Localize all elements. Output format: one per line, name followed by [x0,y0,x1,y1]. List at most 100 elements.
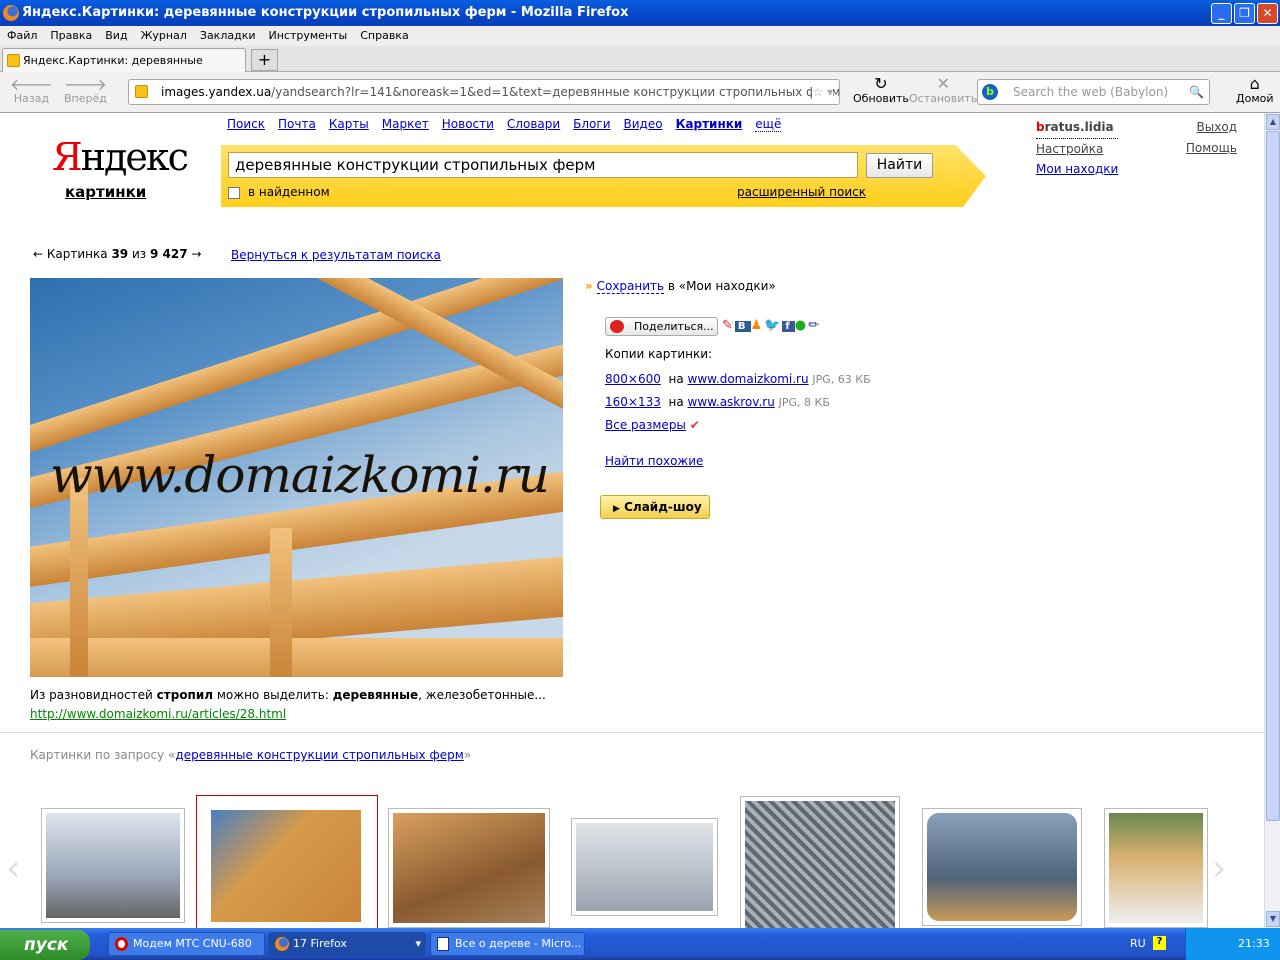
social-icons: ✎ B ♟🐦 f ●✏ [722,318,821,333]
copy-site-link[interactable]: www.askrov.ru [688,395,775,409]
scroll-up-arrow[interactable]: ▲ [1266,114,1280,130]
back-label: Назад [13,92,50,105]
nav-blogs[interactable]: Блоги [573,117,610,131]
query-input[interactable]: деревянные конструкции стропильных ферм [228,152,858,178]
main-image[interactable]: www.domaizkomi.ru [30,278,563,677]
nav-more[interactable]: ещё [755,117,782,132]
back-to-results-link[interactable]: Вернуться к результатам поиска [231,248,441,262]
all-sizes-link[interactable]: Все размеры [605,418,686,432]
task-modem[interactable]: Модем МТС CNU-680 [108,932,265,956]
find-button[interactable]: Найти [866,153,933,178]
copies-heading: Копии картинки: [605,347,713,361]
save-link[interactable]: Сохранить [596,279,665,294]
in-found-checkbox[interactable] [228,187,240,199]
account-links: Выход Помощь [1185,117,1237,158]
search-placeholder: Search the web (Babylon) [1013,85,1169,99]
share-label: Поделиться... [634,320,714,333]
next-image-arrow[interactable]: → [191,247,201,261]
related-query-link[interactable]: деревянные конструкции стропильных ферм [175,748,463,762]
yandex-logo[interactable]: Яндекс [52,135,189,179]
nav-maps[interactable]: Карты [329,117,369,131]
start-button[interactable]: пуск [0,930,90,960]
nav-search[interactable]: Поиск [227,117,265,131]
web-search-input[interactable]: b Search the web (Babylon) 🔍 [977,79,1210,105]
url-bar[interactable]: images.yandex.ua/yandsearch?lr=141&norea… [128,79,840,105]
menu-edit[interactable]: Правка [50,29,92,42]
new-tab-button[interactable]: + [251,49,278,71]
help-tray-icon[interactable]: ? [1153,936,1166,950]
menu-history[interactable]: Журнал [141,29,187,42]
slideshow-button[interactable]: ▶ Слайд-шоу [600,495,710,519]
forward-button[interactable]: 🡒 Вперёд [64,74,107,105]
firefox-icon [3,5,19,21]
menu-bar: Файл Правка Вид Журнал Закладки Инструменты Сп… [0,26,1280,46]
thumbnail[interactable] [571,818,718,916]
reload-button[interactable]: ↻ Обновить [853,74,909,105]
menu-file[interactable]: Файл [7,29,37,42]
username-rest: ratus.lidia [1044,120,1114,134]
url-path: /yandsearch?lr=141&noreask=1&ed=1&text=д… [271,85,840,99]
source-url-link[interactable]: http://www.domaizkomi.ru/articles/28.htm… [30,707,286,721]
thumbnail-selected[interactable] [196,795,378,928]
nav-market[interactable]: Маркет [382,117,429,131]
carousel-prev-arrow[interactable]: ‹ [6,848,20,889]
task-firefox[interactable]: 17 Firefox ▾ [268,932,426,956]
menu-help[interactable]: Справка [360,29,408,42]
twitter-icon[interactable]: 🐦 [764,318,782,333]
menu-view[interactable]: Вид [105,29,127,42]
help-link[interactable]: Помощь [1185,138,1237,159]
megaphone-icon [610,320,624,333]
pencil-icon[interactable]: ✏ [808,318,821,333]
language-indicator[interactable]: RU [1130,937,1146,950]
odnoklassniki-icon[interactable]: ♟ [751,318,765,333]
tab-yandex-images[interactable]: Яндекс.Картинки: деревянные конструк... [2,48,246,91]
nav-video[interactable]: Видео [624,117,663,131]
moimir-icon[interactable]: ● [795,318,808,333]
back-button[interactable]: 🡐 Назад [10,74,53,105]
vkontakte-icon[interactable]: B [734,321,751,332]
minimize-button[interactable]: _ [1211,3,1232,24]
my-finds-link[interactable]: Мои находки [1036,159,1118,180]
nav-news[interactable]: Новости [442,117,494,131]
carousel-next-arrow[interactable]: › [1212,848,1226,889]
thumbnail[interactable] [922,808,1082,926]
logout-link[interactable]: Выход [1185,117,1237,138]
settings-link[interactable]: Настройка [1036,139,1118,160]
facebook-icon[interactable]: f [782,321,795,332]
livejournal-icon[interactable]: ✎ [722,318,735,333]
scroll-down-arrow[interactable]: ▼ [1266,911,1280,927]
maximize-button[interactable]: ❐ [1234,3,1255,24]
reload-label: Обновить [853,92,909,105]
home-button[interactable]: ⌂ Домой [1236,74,1274,105]
copy-size-link[interactable]: 160×133 [605,395,661,409]
nav-images[interactable]: Картинки [676,117,743,131]
thumbnail[interactable] [388,808,550,928]
menu-bookmarks[interactable]: Закладки [200,29,256,42]
navigation-toolbar: 🡐 Назад 🡒 Вперёд images.yandex.ua/yandsear… [0,72,1280,113]
play-icon: ▶ [613,504,620,514]
prev-image-arrow[interactable]: ← [33,247,43,261]
copy-size-link[interactable]: 800×600 [605,372,661,386]
opera-icon [115,937,128,951]
nav-mail[interactable]: Почта [278,117,316,131]
task-word[interactable]: Все о дереве - Micro... [430,932,585,956]
stop-button[interactable]: ✕ Остановить [909,74,977,105]
nav-dictionaries[interactable]: Словари [507,117,560,131]
close-button[interactable]: ✕ [1257,3,1278,24]
search-icon[interactable]: 🔍 [1189,80,1204,104]
find-similar-link[interactable]: Найти похожие [605,454,703,468]
vertical-scrollbar[interactable]: ▲ ▼ [1264,113,1280,928]
username-link[interactable]: bratus.lidia [1036,117,1119,139]
pager-total: 9 427 [150,247,188,261]
thumbnail[interactable] [740,796,900,928]
images-service-link[interactable]: картинки [65,183,146,201]
menu-tools[interactable]: Инструменты [269,29,348,42]
thumbnail[interactable] [1104,808,1208,928]
advanced-search-link[interactable]: расширенный поиск [737,185,866,199]
scroll-thumb[interactable] [1266,131,1280,821]
copies-list: 800×600 на www.domaizkomi.ru JPG, 63 КБ … [605,368,871,436]
thumbnail[interactable] [41,808,185,923]
copy-site-link[interactable]: www.domaizkomi.ru [688,372,809,386]
bookmark-star-icon[interactable]: ☆ ▾ [812,80,833,104]
share-button[interactable]: Поделиться... [605,317,718,336]
